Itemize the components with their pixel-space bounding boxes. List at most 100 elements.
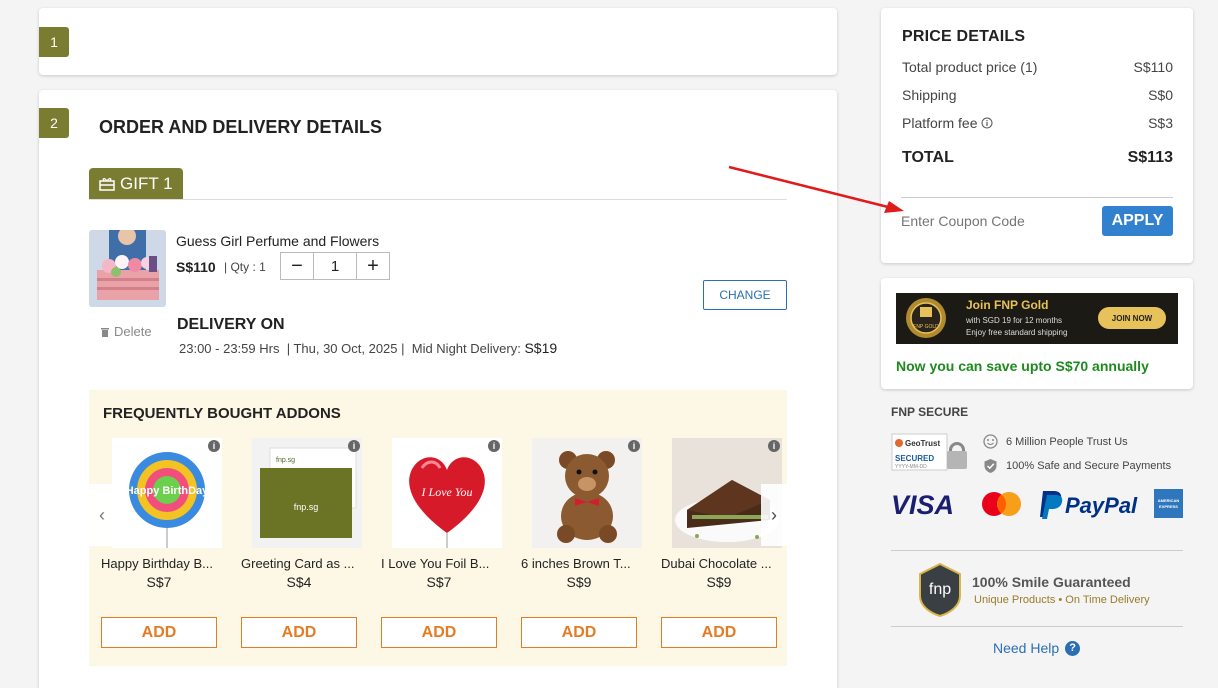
- smile-sub: Unique Products • On Time Delivery: [974, 594, 1150, 606]
- info-icon[interactable]: i: [628, 440, 640, 452]
- total-row: TOTAL S$113: [902, 149, 1173, 167]
- add-button[interactable]: ADD: [661, 617, 777, 648]
- platform-fee-label-group: Platform fee: [902, 115, 993, 131]
- addon-price: S$4: [286, 574, 312, 590]
- addon-item[interactable]: i 6 inches Brown T... S$9 ADD: [521, 438, 642, 648]
- coupon-divider: [901, 197, 1173, 198]
- addon-price: S$9: [566, 574, 592, 590]
- change-button[interactable]: CHANGE: [703, 280, 787, 310]
- amex-logo: AMERICAN EXPRESS: [1154, 489, 1183, 518]
- gift-divider: [89, 199, 787, 200]
- gold-heading: Join FNP Gold: [966, 298, 1048, 312]
- quantity-stepper: − 1 +: [280, 252, 390, 280]
- price-details-card: PRICE DETAILS Total product price (1) S$…: [881, 8, 1193, 263]
- step1-card: 1: [39, 8, 837, 75]
- info-icon[interactable]: i: [348, 440, 360, 452]
- card-text: fnp.sg: [276, 457, 295, 464]
- secure-divider-1: [891, 550, 1183, 551]
- add-button[interactable]: ADD: [101, 617, 217, 648]
- total-label: TOTAL: [902, 149, 954, 166]
- gold-savings-text: Now you can save upto S$70 annually: [896, 358, 1149, 374]
- need-help-link[interactable]: Need Help ?: [993, 640, 1081, 656]
- add-button[interactable]: ADD: [381, 617, 497, 648]
- gift-tab-label: GIFT 1: [120, 174, 173, 193]
- fnp-gold-banner[interactable]: FNP GOLD Join FNP Gold with SGD 19 for 1…: [896, 293, 1178, 344]
- mastercard-logo: [981, 491, 1023, 522]
- geotrust-sub: YYYY-MM-DD: [895, 464, 927, 470]
- gift-tab: GIFT 1: [89, 168, 183, 200]
- plus-icon: +: [367, 254, 379, 277]
- secure-title: FNP SECURE: [891, 405, 969, 419]
- addon-image[interactable]: I Love You i: [392, 438, 502, 548]
- total-value: S$113: [1127, 149, 1173, 166]
- qty-label: | Qty : 1: [224, 260, 266, 274]
- add-button[interactable]: ADD: [241, 617, 357, 648]
- price-row-value: S$0: [1148, 87, 1173, 103]
- trust-text-2: 100% Safe and Secure Payments: [1006, 460, 1172, 472]
- delivery-date: | Thu, 30 Oct, 2025 |: [286, 341, 405, 356]
- addon-image[interactable]: i: [532, 438, 642, 548]
- qty-value[interactable]: 1: [313, 253, 357, 279]
- step1-number: 1: [39, 27, 69, 57]
- paypal-logo: PayPal: [1040, 489, 1144, 526]
- coupon-input[interactable]: [901, 213, 1091, 229]
- info-icon[interactable]: i: [208, 440, 220, 452]
- delivery-fee: S$19: [524, 340, 558, 356]
- product-price: S$110: [176, 259, 216, 275]
- secure-divider-2: [891, 626, 1183, 627]
- balloon-text: Happy BirthDay: [126, 485, 209, 497]
- info-circle-icon[interactable]: [981, 117, 993, 129]
- price-row-label: Shipping: [902, 87, 957, 103]
- price-row-value: S$3: [1148, 115, 1173, 131]
- addon-item[interactable]: fnp.sg fnp.sg i Greeting Card as ... S$4…: [241, 438, 362, 648]
- delete-label: Delete: [114, 324, 152, 339]
- decrease-qty-button[interactable]: −: [281, 253, 313, 279]
- gold-join-label: JOIN NOW: [1112, 314, 1153, 323]
- gift-icon: [99, 177, 115, 191]
- addon-name: Dubai Chocolate ...: [661, 556, 772, 571]
- increase-qty-button[interactable]: +: [357, 253, 389, 279]
- addon-item[interactable]: Happy BirthDay i Happy Birthday B... S$7…: [101, 438, 222, 648]
- addon-image[interactable]: fnp.sg fnp.sg i: [252, 438, 362, 548]
- shield-check-icon: [983, 458, 998, 474]
- chevron-right-icon: ›: [771, 504, 777, 525]
- apply-button[interactable]: APPLY: [1102, 206, 1173, 236]
- chevron-left-icon: ‹: [99, 504, 105, 525]
- carousel-prev-button[interactable]: ‹: [89, 484, 115, 546]
- addon-name: I Love You Foil B...: [381, 556, 490, 571]
- info-icon[interactable]: i: [768, 440, 780, 452]
- delivery-title: DELIVERY ON: [177, 316, 285, 333]
- addons-title: FREQUENTLY BOUGHT ADDONS: [103, 405, 341, 422]
- card-text-2: fnp.sg: [294, 502, 319, 512]
- addon-price: S$9: [706, 574, 732, 590]
- price-row-value: S$110: [1133, 59, 1173, 75]
- addons-section: FREQUENTLY BOUGHT ADDONS Happy BirthDay …: [89, 390, 787, 666]
- help-icon: ?: [1065, 640, 1081, 656]
- product-name: Guess Girl Perfume and Flowers: [176, 233, 380, 249]
- geotrust-badge: GeoTrust SECURED YYYY-MM-DD: [891, 432, 971, 472]
- order-delivery-title: ORDER AND DELIVERY DETAILS: [99, 117, 383, 137]
- addon-item[interactable]: i Dubai Chocolate ... S$9 ADD: [661, 438, 782, 648]
- addon-image[interactable]: Happy BirthDay i: [112, 438, 222, 548]
- carousel-next-button[interactable]: ›: [761, 484, 787, 546]
- addon-name: Happy Birthday B...: [101, 556, 213, 571]
- paypal-text: PayPal: [1065, 493, 1138, 518]
- geotrust-label: SECURED: [895, 454, 934, 463]
- add-button[interactable]: ADD: [521, 617, 637, 648]
- minus-icon: −: [291, 254, 303, 277]
- addon-item[interactable]: I Love You i I Love You Foil B... S$7 AD…: [381, 438, 502, 648]
- gold-line2: Enjoy free standard shipping: [966, 328, 1067, 337]
- trust-row-2: 100% Safe and Secure Payments: [983, 458, 1171, 474]
- step2-card: 2 ORDER AND DELIVERY DETAILS GIFT 1 Gues…: [39, 90, 837, 688]
- price-row-shipping: Shipping S$0: [902, 87, 1173, 103]
- gold-line1: with SGD 19 for 12 months: [965, 316, 1062, 325]
- delete-button[interactable]: Delete: [101, 324, 152, 339]
- smile-title: 100% Smile Guaranteed: [972, 574, 1131, 590]
- geotrust-name: GeoTrust: [905, 439, 940, 448]
- product-image[interactable]: [89, 230, 166, 307]
- delivery-time: 23:00 - 23:59 Hrs: [179, 341, 280, 356]
- info-icon[interactable]: i: [488, 440, 500, 452]
- heart-text: I Love You: [421, 485, 473, 499]
- gold-badge-text: FNP GOLD: [913, 324, 939, 330]
- visa-logo: VISA: [891, 490, 957, 523]
